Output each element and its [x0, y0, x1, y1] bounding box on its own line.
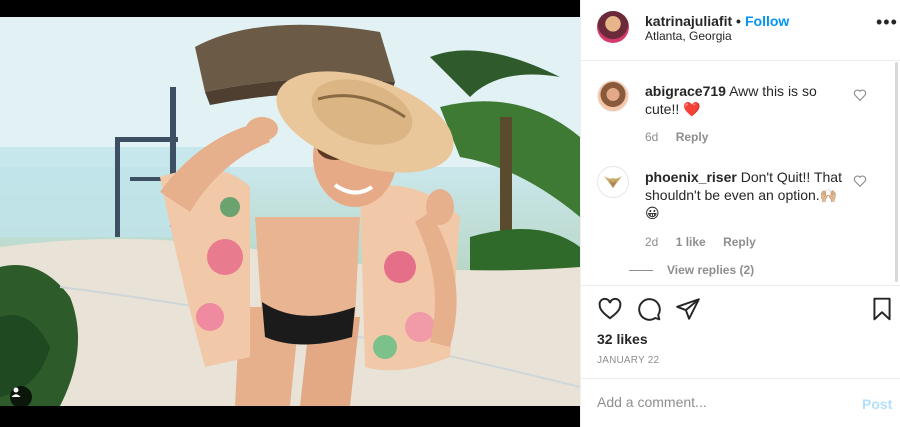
bookmark-icon[interactable]: [869, 296, 895, 322]
comment-input[interactable]: [597, 394, 827, 410]
post-photo[interactable]: [0, 17, 580, 406]
author-username[interactable]: katrinajuliafit: [645, 13, 732, 29]
post-header: katrinajuliafit • Follow Atlanta, Georgi…: [581, 0, 900, 61]
comment-time[interactable]: 6d: [645, 130, 658, 144]
replies-divider-line: [629, 270, 653, 272]
beach-photo-illustration: [0, 17, 580, 406]
post-location[interactable]: Atlanta, Georgia: [645, 29, 732, 43]
separator-dot: •: [736, 13, 741, 29]
follow-button[interactable]: Follow: [745, 13, 789, 29]
commenter-username[interactable]: phoenix_riser: [645, 169, 737, 185]
post-sidebar: katrinajuliafit • Follow Atlanta, Georgi…: [580, 0, 900, 427]
likes-count[interactable]: 32 likes: [597, 331, 648, 347]
heart-icon[interactable]: [597, 296, 623, 322]
comment-time[interactable]: 2d: [645, 235, 658, 249]
comment-like-heart-icon[interactable]: [853, 88, 867, 102]
view-replies-button[interactable]: View replies (2): [629, 263, 754, 277]
post-comment-button[interactable]: Post: [862, 396, 892, 412]
comments-list: abigrace719 Aww this is so cute!! ❤️ 6d …: [581, 62, 900, 284]
post-actions: 32 likes JANUARY 22: [581, 285, 900, 377]
commenter-username[interactable]: abigrace719: [645, 83, 726, 99]
comment-like-heart-icon[interactable]: [853, 174, 867, 188]
comment-text-block: phoenix_riser Don't Quit!! That shouldn'…: [645, 168, 845, 222]
comment-like-count[interactable]: 1 like: [676, 235, 706, 249]
comment-text-block: abigrace719 Aww this is so cute!! ❤️: [645, 82, 845, 118]
comment-meta: 6d Reply: [645, 130, 722, 144]
more-horizontal-icon[interactable]: •••: [876, 12, 898, 33]
tagged-user-icon[interactable]: [10, 386, 32, 406]
share-icon[interactable]: [675, 296, 701, 322]
comment-meta: 2d 1 like Reply: [645, 235, 770, 249]
author-avatar[interactable]: [597, 11, 629, 43]
comment-composer: Post: [581, 378, 900, 427]
post-date[interactable]: JANUARY 22: [597, 355, 659, 366]
view-replies-label[interactable]: View replies (2): [667, 263, 754, 277]
reply-button[interactable]: Reply: [676, 130, 709, 144]
commenter-avatar[interactable]: [597, 80, 629, 112]
post-media[interactable]: [0, 0, 580, 427]
comment-icon[interactable]: [636, 296, 662, 322]
reply-button[interactable]: Reply: [723, 235, 756, 249]
commenter-avatar[interactable]: [597, 166, 629, 198]
